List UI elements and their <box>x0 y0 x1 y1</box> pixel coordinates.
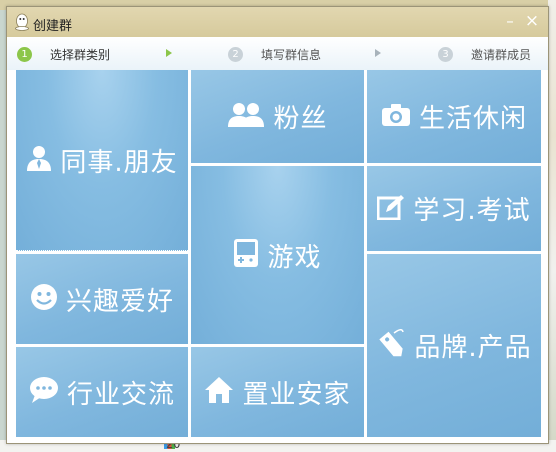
step-1: 1 选择群类别 <box>17 46 110 62</box>
step-2: 2 填写群信息 <box>228 46 321 62</box>
category-label: 同事.朋友 <box>60 147 178 178</box>
category-label: 置业安家 <box>242 379 351 410</box>
step-3-number: 3 <box>438 46 453 62</box>
window-title: 创建群 <box>33 19 73 34</box>
category-label: 兴趣爱好 <box>65 286 174 317</box>
category-label: 行业交流 <box>66 379 175 410</box>
category-label: 学习.考试 <box>413 196 531 226</box>
category-tile-brand-product[interactable]: 品牌.产品 <box>367 254 541 437</box>
category-tile-life-leisure[interactable]: 生活休闲 <box>367 70 541 163</box>
category-tile-industry-exchange[interactable]: 行业交流 <box>16 347 188 437</box>
category-label: 生活休闲 <box>418 104 527 134</box>
gamepad-icon <box>233 238 259 272</box>
steps-bar: 1 选择群类别 2 填写群信息 3 邀请群成员 <box>7 37 548 70</box>
step-2-label: 填写群信息 <box>261 47 322 62</box>
category-tile-hobbies[interactable]: 兴趣爱好 <box>16 254 188 344</box>
step-1-number: 1 <box>17 46 32 62</box>
step-arrow-icon <box>166 49 172 57</box>
category-tile-real-estate[interactable]: 置业安家 <box>191 347 364 437</box>
desktop-background-right <box>548 0 556 452</box>
penguin-icon <box>14 13 30 31</box>
people-icon <box>227 102 265 132</box>
minimize-button[interactable]: – <box>501 12 519 30</box>
title-bar[interactable]: 创建群 – × <box>7 7 548 38</box>
category-label: 粉丝 <box>273 104 328 134</box>
category-label: 游戏 <box>267 242 322 273</box>
category-grid: 同事.朋友 粉丝 生活休闲 游戏 学习.考试 兴趣爱好 品牌.产品 行业交流 置… <box>16 70 541 437</box>
create-group-window: 创建群 – × 1 选择群类别 2 填写群信息 3 邀请群成员 同事.朋友 粉丝… <box>6 6 549 444</box>
close-button[interactable]: × <box>523 12 541 30</box>
step-3-label: 邀请群成员 <box>471 47 532 62</box>
step-arrow-icon <box>375 49 381 57</box>
category-tile-games[interactable]: 游戏 <box>191 166 364 344</box>
step-3: 3 邀请群成员 <box>438 46 531 62</box>
category-tile-study-exam[interactable]: 学习.考试 <box>367 166 541 251</box>
category-tile-fans[interactable]: 粉丝 <box>191 70 364 163</box>
step-1-label: 选择群类别 <box>50 47 111 62</box>
step-2-number: 2 <box>228 46 243 62</box>
person-icon <box>26 144 52 176</box>
edit-icon <box>376 194 405 224</box>
smiley-icon <box>30 283 58 315</box>
category-label: 品牌.产品 <box>414 333 532 363</box>
house-icon <box>204 376 234 408</box>
camera-icon <box>381 103 411 131</box>
tag-icon <box>376 327 406 365</box>
chat-icon <box>29 376 59 408</box>
category-tile-colleagues-friends[interactable]: 同事.朋友 <box>16 70 188 251</box>
